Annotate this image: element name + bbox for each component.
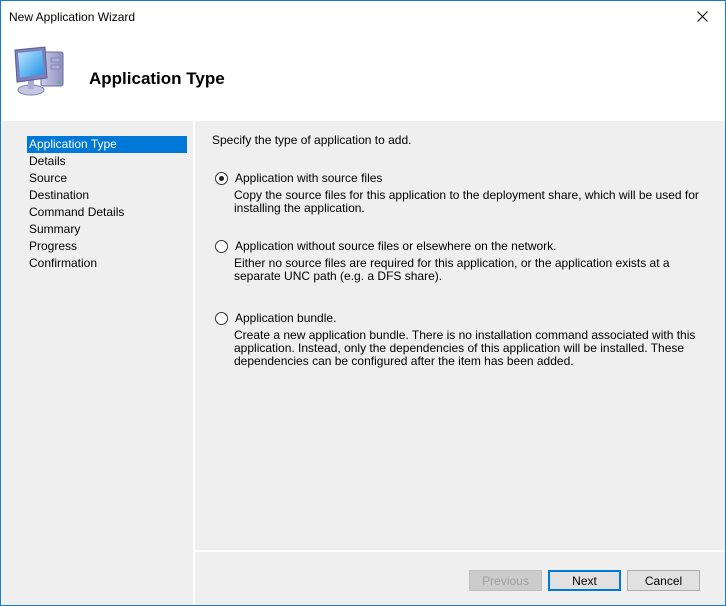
option-label[interactable]: Application without source files or else… bbox=[235, 239, 557, 253]
next-button[interactable]: Next bbox=[548, 570, 621, 591]
content-panel: Specify the type of application to add. … bbox=[195, 121, 725, 550]
step-confirmation[interactable]: Confirmation bbox=[27, 255, 187, 272]
step-application-type[interactable]: Application Type bbox=[27, 136, 187, 153]
page-title: Application Type bbox=[89, 69, 225, 88]
wizard-window: New Application Wizard Application Type … bbox=[0, 0, 726, 606]
wizard-steps-list: Application Type Details Source Destinat… bbox=[27, 136, 187, 272]
option-without-source-files[interactable]: Application without source files or else… bbox=[215, 238, 715, 283]
step-progress[interactable]: Progress bbox=[27, 238, 187, 255]
step-summary[interactable]: Summary bbox=[27, 221, 187, 238]
option-application-bundle[interactable]: Application bundle. Create a new applica… bbox=[215, 310, 715, 368]
button-bar: Previous Next Cancel bbox=[195, 552, 725, 605]
step-details[interactable]: Details bbox=[27, 153, 187, 170]
step-command-details[interactable]: Command Details bbox=[27, 204, 187, 221]
previous-button[interactable]: Previous bbox=[469, 570, 542, 591]
computer-icon bbox=[11, 44, 71, 100]
wizard-header: Application Type bbox=[1, 32, 725, 120]
option-label[interactable]: Application bundle. bbox=[235, 311, 336, 325]
radio-application-bundle[interactable] bbox=[215, 311, 228, 325]
option-description: Create a new application bundle. There i… bbox=[234, 328, 696, 368]
close-button[interactable] bbox=[679, 1, 725, 32]
title-bar: New Application Wizard bbox=[1, 1, 725, 32]
option-label[interactable]: Application with source files bbox=[235, 171, 382, 185]
radio-without-source-files[interactable] bbox=[215, 239, 228, 253]
cancel-button[interactable]: Cancel bbox=[627, 570, 700, 591]
step-destination[interactable]: Destination bbox=[27, 187, 187, 204]
wizard-steps-panel: Application Type Details Source Destinat… bbox=[2, 121, 193, 605]
option-description: Copy the source files for this applicati… bbox=[234, 188, 699, 215]
option-description: Either no source files are required for … bbox=[234, 256, 670, 283]
option-with-source-files[interactable]: Application with source files Copy the s… bbox=[215, 170, 715, 215]
window-title: New Application Wizard bbox=[9, 10, 136, 24]
step-source[interactable]: Source bbox=[27, 170, 187, 187]
instruction-text: Specify the type of application to add. bbox=[212, 133, 412, 147]
close-x-icon bbox=[696, 11, 708, 22]
radio-with-source-files[interactable] bbox=[215, 171, 228, 185]
